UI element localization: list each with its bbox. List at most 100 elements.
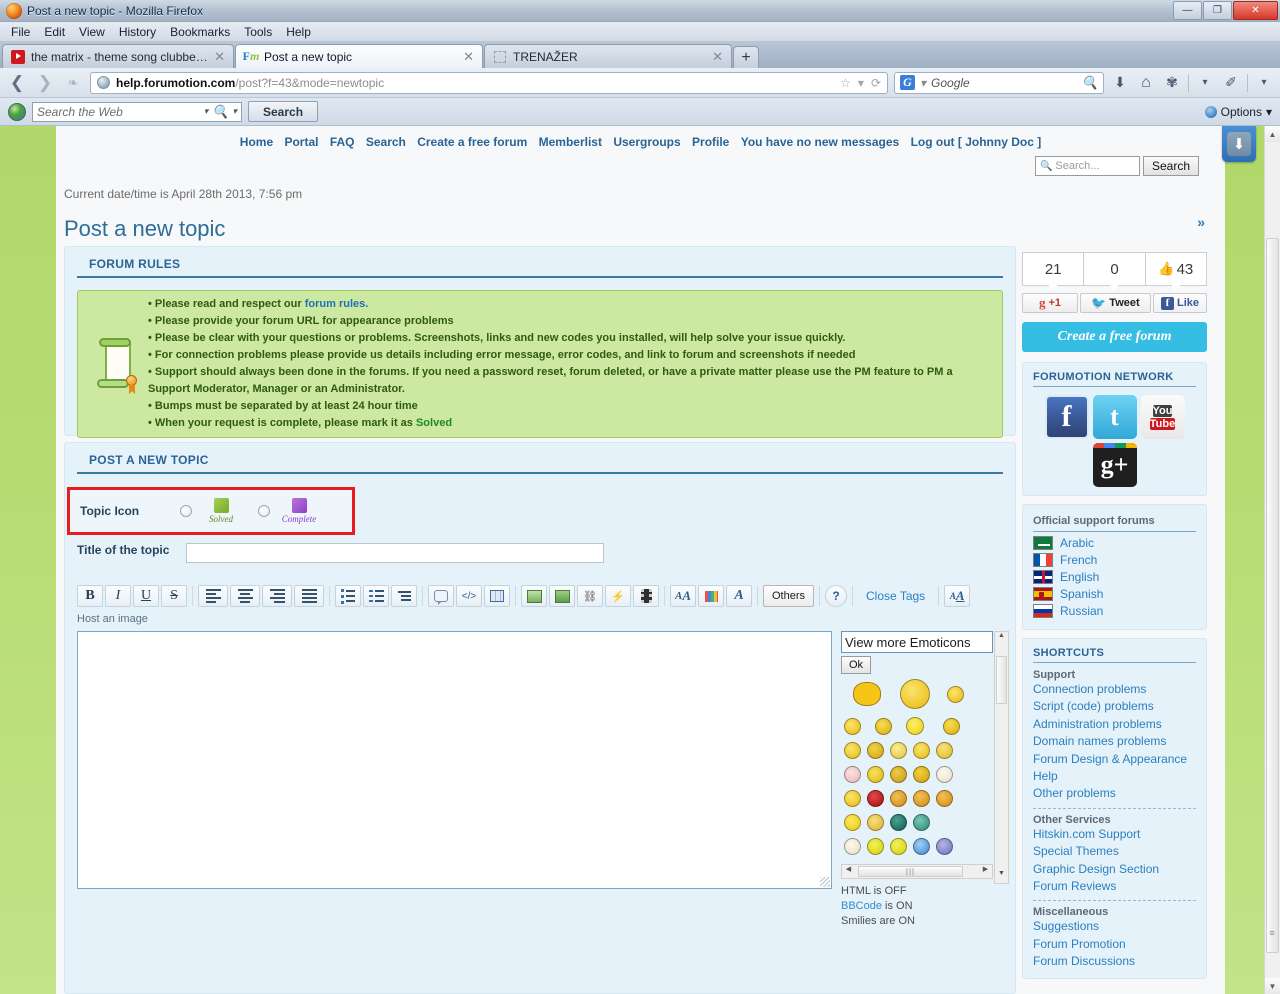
insert-link-button[interactable]: ⛓ (577, 585, 603, 607)
web-search-caret-icon[interactable]: ▾ (204, 106, 209, 117)
globe-toolbar-icon[interactable] (8, 102, 26, 121)
emoticon-geek-smiley[interactable] (844, 838, 861, 855)
quote-button[interactable] (428, 585, 454, 607)
page-scroll-thumb[interactable]: ≡ (1266, 238, 1279, 953)
shortcut-link[interactable]: Domain names problems (1033, 733, 1196, 750)
forward-button[interactable]: ❯ (34, 73, 56, 93)
bullet-list-button[interactable] (335, 585, 361, 607)
browser-search-input[interactable]: Google (931, 76, 1077, 90)
nav-faq[interactable]: FAQ (330, 135, 355, 149)
language-link[interactable]: Arabic (1060, 536, 1094, 550)
nav-home[interactable]: Home (240, 135, 273, 149)
shortcut-link[interactable]: Forum Discussions (1033, 953, 1196, 970)
nav-messages[interactable]: You have no new messages (741, 135, 900, 149)
topic-icon-option-complete[interactable]: Complete (276, 498, 322, 524)
google-search-engine-icon[interactable]: G (900, 75, 915, 90)
download-notification-badge[interactable]: ⬇ (1222, 126, 1256, 162)
emoticon-wink2-smiley[interactable] (844, 790, 861, 807)
back-button[interactable]: ❮ (6, 73, 28, 93)
underline-button[interactable]: U (133, 585, 159, 607)
insert-image-button[interactable] (521, 585, 547, 607)
browser-tab-youtube[interactable]: the matrix - theme song clubbed to d... … (2, 44, 234, 68)
align-justify-button[interactable] (294, 585, 324, 607)
scroll-right-icon[interactable]: ▶ (979, 865, 992, 878)
strikethrough-button[interactable]: S (161, 585, 187, 607)
search-icon[interactable]: 🔍 (1082, 75, 1098, 91)
emoticon-grin-smiley[interactable] (947, 685, 964, 703)
spellcheck-button[interactable]: AA (944, 585, 971, 607)
scroll-left-icon[interactable]: ◀ (842, 865, 855, 878)
topic-icon-radio-solved[interactable] (180, 505, 192, 517)
emoticon-bigsmile-smiley[interactable] (867, 838, 884, 855)
message-textarea[interactable] (77, 631, 832, 889)
emoticon-red-ball-smiley[interactable] (867, 790, 884, 807)
nav-logout[interactable]: Log out [ Johnny Doc ] (911, 135, 1042, 149)
web-search-magnifier-icon[interactable]: 🔍 (212, 104, 228, 120)
emoticon-jumping-smiley[interactable] (906, 717, 924, 735)
tab-close-icon[interactable]: ✕ (712, 50, 723, 63)
emoticon-devil-smiley[interactable] (890, 766, 907, 783)
emoticon-plain-smiley[interactable] (844, 814, 861, 831)
expand-chevrons-icon[interactable]: » (1197, 214, 1205, 230)
facebook-icon[interactable]: f (1044, 395, 1089, 439)
emoticon-vertical-scrollbar[interactable]: ▲ ▼ (994, 631, 1009, 884)
align-right-button[interactable] (262, 585, 292, 607)
code-button[interactable]: </> (456, 585, 482, 607)
new-tab-button[interactable]: + (733, 46, 759, 68)
web-search-options-caret-icon[interactable]: ▾ (232, 106, 237, 117)
close-tags-button[interactable]: Close Tags (858, 589, 933, 603)
maximize-button[interactable]: ❐ (1203, 1, 1232, 20)
emoticon-laugh-smiley[interactable] (890, 742, 907, 759)
font-size-button[interactable]: AA (670, 585, 696, 607)
emoticon-hscroll-thumb[interactable]: ||| (858, 866, 963, 877)
forum-rules-link[interactable]: forum rules. (305, 298, 369, 310)
menu-tools[interactable]: Tools (237, 23, 279, 41)
indent-button[interactable] (391, 585, 417, 607)
tab-close-icon[interactable]: ✕ (214, 50, 225, 63)
shortcut-link[interactable]: Script (code) problems (1033, 698, 1196, 715)
emoticon-confused-smiley[interactable] (875, 717, 892, 735)
tab-close-icon[interactable]: ✕ (463, 50, 474, 63)
menu-view[interactable]: View (72, 23, 112, 41)
emoticon-ok-button[interactable]: Ok (841, 656, 871, 674)
emoticon-blue-smiley[interactable] (913, 838, 930, 855)
address-bar[interactable]: help.forumotion.com/post?f=43&mode=newto… (90, 71, 888, 94)
emoticon-surprised-smiley[interactable] (943, 717, 960, 735)
language-link[interactable]: Russian (1060, 604, 1103, 618)
shortcut-link[interactable]: Hitskin.com Support (1033, 826, 1196, 843)
youtube-icon[interactable]: You Tube (1140, 395, 1185, 439)
language-link[interactable]: Spanish (1060, 587, 1103, 601)
bold-button[interactable]: B (77, 585, 103, 607)
addon-caret-icon[interactable]: ▾ (1195, 77, 1215, 88)
bookmarks-toolbar-icon[interactable]: ❧ (62, 75, 84, 91)
host-image-button[interactable] (549, 585, 575, 607)
scroll-up-icon[interactable]: ▲ (1265, 126, 1280, 142)
create-a-free-forum-button[interactable]: Create a free forum (1022, 322, 1207, 352)
language-link[interactable]: English (1060, 570, 1099, 584)
eyedropper-caret-icon[interactable]: ▾ (1254, 77, 1274, 88)
font-color-button[interactable] (698, 585, 724, 607)
view-more-emoticons-input[interactable]: View more Emoticons (841, 631, 993, 653)
emoticon-exclamation-smiley[interactable] (890, 790, 907, 807)
bookmark-star-icon[interactable]: ☆ (840, 76, 851, 90)
addon-icon[interactable]: ✾ (1162, 74, 1182, 91)
home-icon[interactable]: ⌂ (1136, 74, 1156, 92)
others-button[interactable]: Others (763, 585, 815, 607)
scroll-down-icon[interactable]: ▼ (995, 870, 1008, 883)
browser-tab-post-a-new-topic[interactable]: Fm Post a new topic ✕ (235, 44, 483, 68)
emoticon-horizontal-scrollbar[interactable]: ◀ ||| ▶ (841, 864, 993, 879)
nav-profile[interactable]: Profile (692, 135, 729, 149)
shortcut-link[interactable]: Suggestions (1033, 918, 1196, 935)
topic-icon-option-solved[interactable]: Solved (198, 498, 244, 524)
tweet-button[interactable]: 🐦 Tweet (1080, 293, 1151, 313)
scroll-down-icon[interactable]: ▼ (1265, 978, 1280, 994)
language-row-russian[interactable]: Russian (1033, 604, 1196, 618)
align-center-button[interactable] (230, 585, 260, 607)
emoticon-sick-smiley[interactable] (867, 766, 884, 783)
emoticon-neutral-smiley[interactable] (844, 742, 861, 759)
search-engine-caret-icon[interactable]: ▾ (920, 76, 926, 90)
shortcut-link[interactable]: Connection problems (1033, 681, 1196, 698)
emoticon-happy-smiley[interactable] (936, 742, 953, 759)
emoticon-shock-smiley[interactable] (890, 838, 907, 855)
table-button[interactable] (484, 585, 510, 607)
